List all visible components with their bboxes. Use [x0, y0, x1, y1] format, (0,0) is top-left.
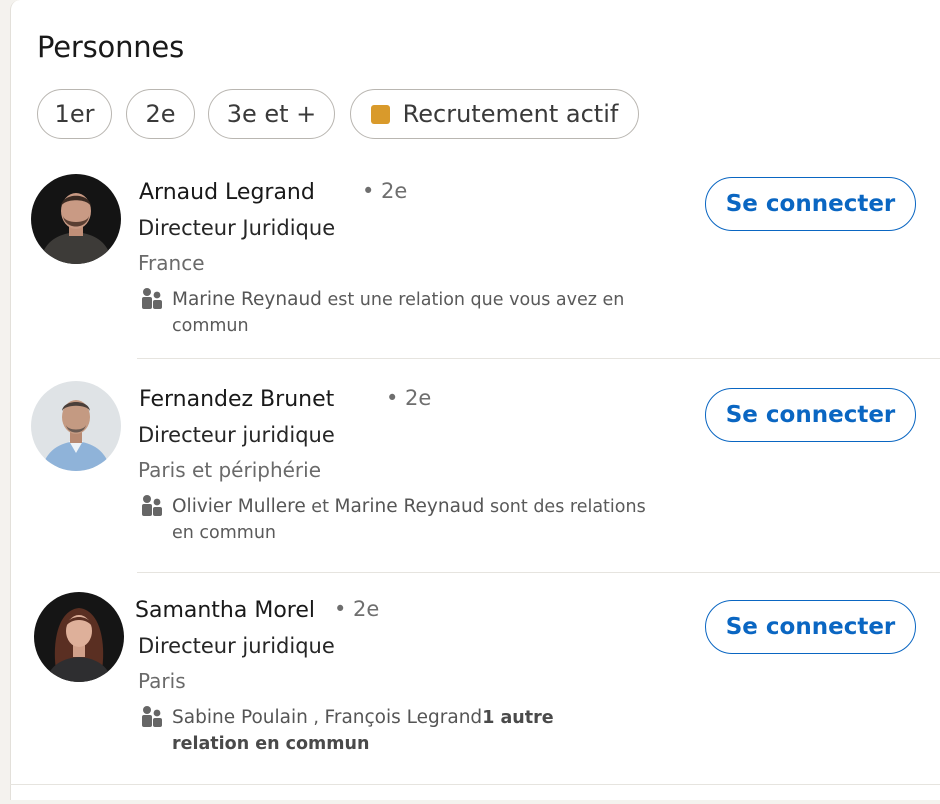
- filter-label: 3e et +: [226, 100, 317, 128]
- connection-degree: • 2e: [334, 597, 380, 621]
- person-headline: Directeur juridique: [138, 423, 335, 447]
- section-title: Personnes: [37, 30, 184, 64]
- mutual-person[interactable]: Olivier Mullere: [172, 496, 306, 517]
- mutual-person[interactable]: Marine Reynaud: [335, 496, 485, 517]
- connect-button[interactable]: Se connecter: [705, 388, 916, 442]
- mutual-person[interactable]: Marine Reynaud: [172, 289, 322, 310]
- person-result-2: Fernandez Brunet • 2e Directeur juridiqu…: [0, 381, 940, 593]
- person-headline: Directeur juridique: [138, 634, 335, 658]
- divider: [10, 784, 940, 785]
- divider: [137, 358, 940, 359]
- person-location: Paris: [138, 669, 186, 693]
- person-result-3: Samantha Morel • 2e Directeur juridique …: [0, 592, 940, 804]
- filter-label: Recrutement actif: [402, 100, 619, 128]
- mutual-person[interactable]: François Legrand: [325, 707, 483, 728]
- connection-degree: • 2e: [386, 386, 432, 410]
- filter-3rd-degree[interactable]: 3e et +: [208, 89, 335, 139]
- connect-button[interactable]: Se connecter: [705, 177, 916, 231]
- mutual-person[interactable]: Sabine Poulain: [172, 707, 308, 728]
- person-location: Paris et périphérie: [138, 458, 322, 482]
- person-location: France: [138, 251, 205, 275]
- person-name[interactable]: Fernandez Brunet: [139, 387, 334, 412]
- person-name[interactable]: Arnaud Legrand: [139, 180, 315, 205]
- hiring-icon: [370, 104, 390, 124]
- filter-1st-degree[interactable]: 1er: [37, 89, 112, 139]
- person-result-1: Arnaud Legrand • 2e Directeur Juridique …: [0, 174, 940, 386]
- avatar[interactable]: [31, 174, 121, 264]
- mutual-text: ,: [307, 708, 325, 728]
- filter-label: 1er: [54, 100, 95, 128]
- avatar[interactable]: [31, 381, 121, 471]
- filter-2nd-degree[interactable]: 2e: [126, 89, 195, 139]
- filter-label: 2e: [145, 100, 176, 128]
- mutual-connections-icon: [142, 288, 162, 309]
- mutual-connections-text[interactable]: Olivier Mullere et Marine Reynaud sont d…: [172, 494, 652, 546]
- mutual-connections-icon: [142, 706, 162, 727]
- avatar[interactable]: [34, 592, 124, 682]
- mutual-connections-text[interactable]: Sabine Poulain , François Legrand1 autre…: [172, 705, 622, 757]
- connect-button[interactable]: Se connecter: [705, 600, 916, 654]
- person-headline: Directeur Juridique: [138, 216, 336, 240]
- person-name[interactable]: Samantha Morel: [135, 598, 315, 623]
- mutual-text: et: [305, 497, 335, 517]
- connection-degree: • 2e: [362, 179, 408, 203]
- mutual-connections-text[interactable]: Marine Reynaud est une relation que vous…: [172, 287, 652, 339]
- mutual-connections-icon: [142, 495, 162, 516]
- divider: [137, 572, 940, 573]
- filter-actively-hiring[interactable]: Recrutement actif: [350, 89, 639, 139]
